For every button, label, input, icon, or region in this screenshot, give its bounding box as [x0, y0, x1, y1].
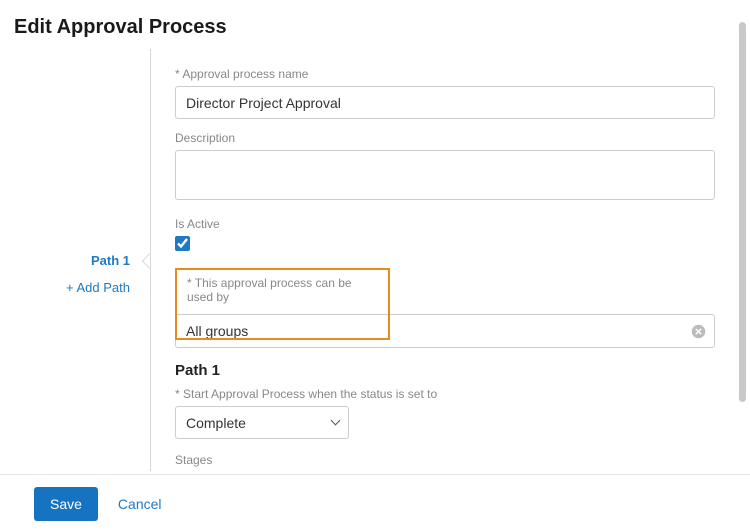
footer: Save Cancel	[0, 474, 750, 532]
approval-process-name-input[interactable]	[175, 86, 715, 119]
is-active-checkbox[interactable]	[175, 236, 190, 251]
description-textarea[interactable]	[175, 150, 715, 200]
name-label: Approval process name	[175, 67, 730, 81]
used-by-highlight: This approval process can be used by	[175, 268, 390, 340]
sidebar-item-path-1[interactable]: Path 1	[0, 249, 130, 272]
clear-icon[interactable]	[691, 324, 706, 339]
name-field-group: Approval process name	[175, 67, 730, 119]
description-label: Description	[175, 131, 730, 145]
description-field-group: Description	[175, 131, 730, 205]
add-path-button[interactable]: + Add Path	[0, 280, 130, 295]
scrollbar[interactable]	[739, 22, 746, 402]
stages-label: Stages	[175, 453, 730, 467]
start-status-label: Start Approval Process when the status i…	[175, 387, 730, 401]
path-header: Path 1	[175, 362, 730, 379]
is-active-field-group: Is Active	[175, 217, 730, 256]
start-status-select-wrap: Complete	[175, 406, 349, 439]
save-button[interactable]: Save	[34, 487, 98, 521]
page-title: Edit Approval Process	[0, 0, 750, 39]
content-panel: Approval process name Description Is Act…	[150, 49, 750, 471]
start-status-field-group: Start Approval Process when the status i…	[175, 387, 730, 439]
is-active-label: Is Active	[175, 217, 730, 231]
main-area: Path 1 + Add Path Approval process name …	[0, 39, 750, 471]
start-status-select[interactable]: Complete	[175, 406, 349, 439]
cancel-button[interactable]: Cancel	[118, 496, 162, 512]
used-by-label: This approval process can be used by	[187, 276, 378, 304]
sidebar: Path 1 + Add Path	[0, 49, 150, 471]
